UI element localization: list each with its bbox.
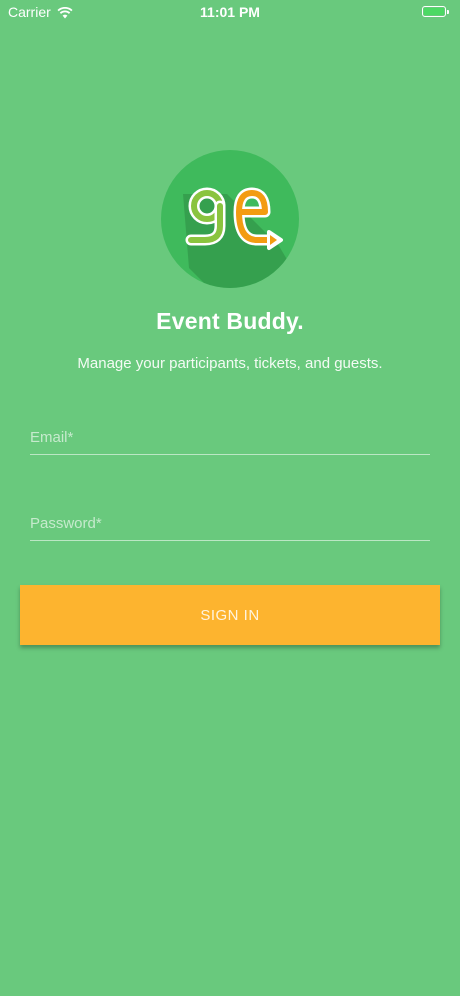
sign-in-button[interactable]: SIGN IN — [20, 585, 440, 645]
event-buddy-logo — [161, 150, 299, 288]
app-subtitle: Manage your participants, tickets, and g… — [77, 355, 383, 372]
password-field[interactable] — [30, 506, 430, 540]
status-time: 11:01 PM — [200, 4, 260, 20]
email-field[interactable] — [30, 420, 430, 454]
status-bar: Carrier 11:01 PM — [0, 0, 460, 24]
email-field-container — [30, 420, 430, 455]
battery-level — [424, 8, 444, 15]
battery-icon — [422, 6, 449, 17]
password-field-container — [30, 506, 430, 541]
app-title: Event Buddy. — [156, 308, 304, 334]
